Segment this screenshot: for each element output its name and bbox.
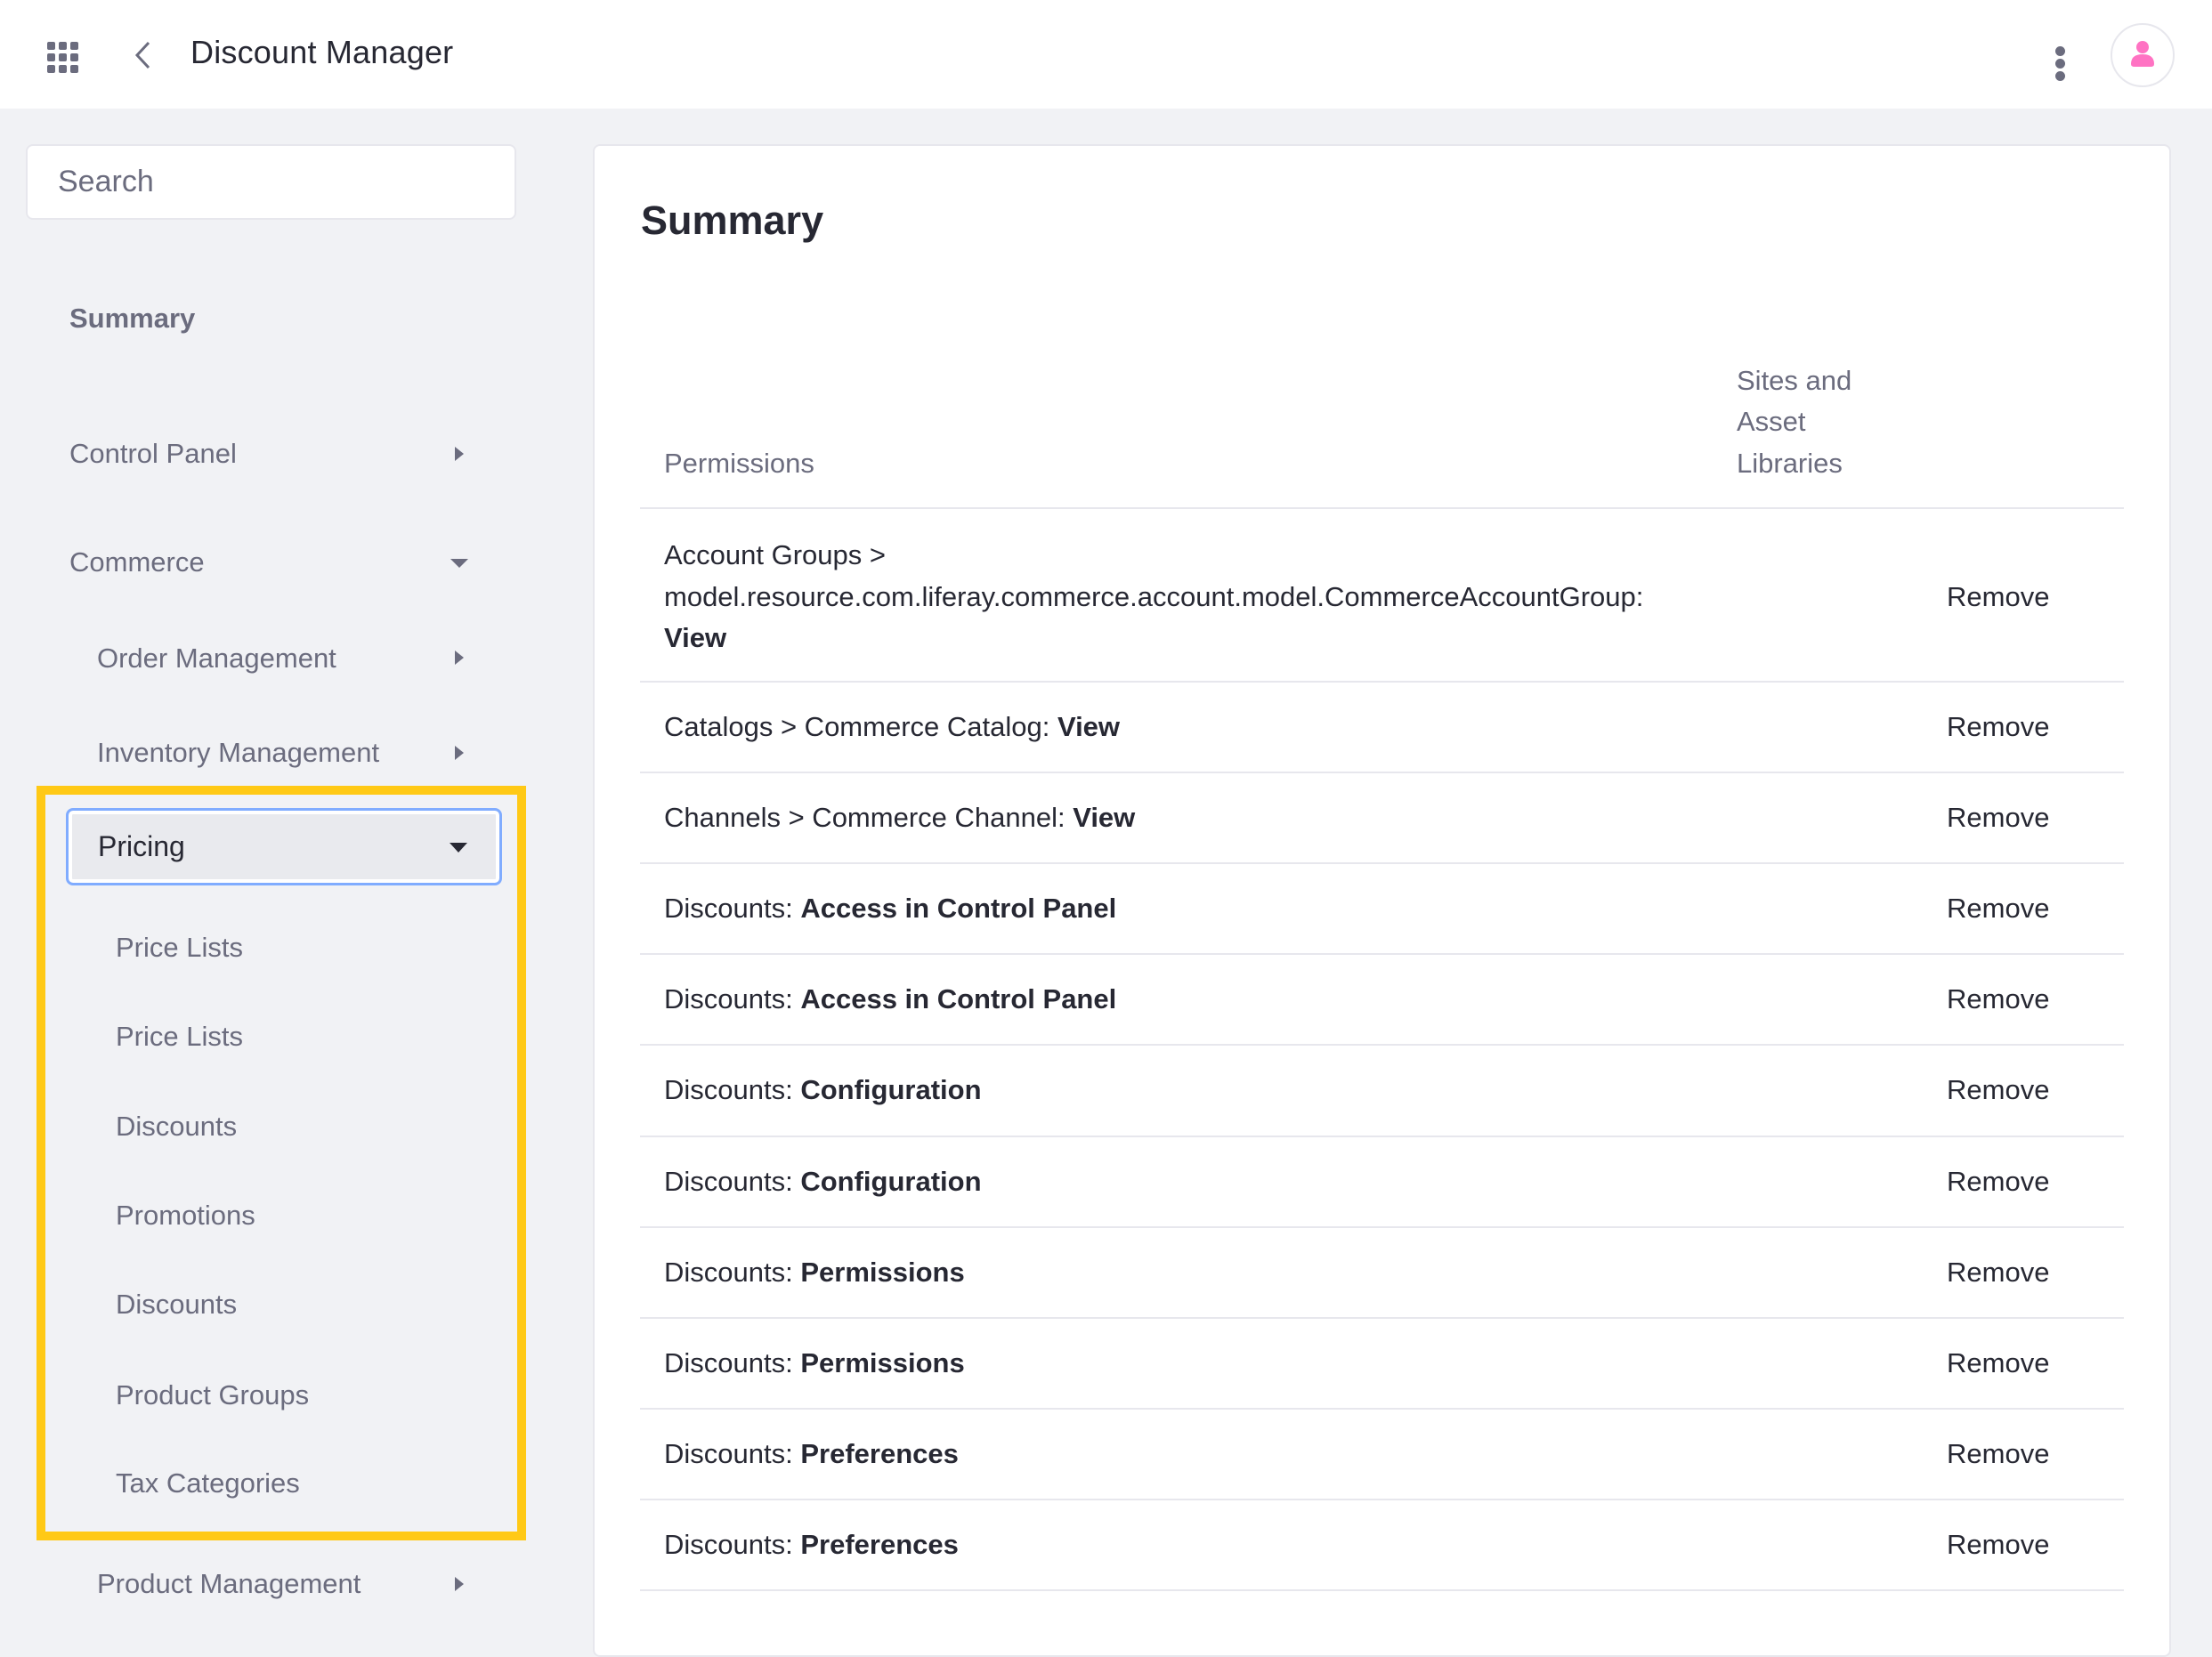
- table-divider: [640, 1408, 2124, 1410]
- permission-resource: Discounts:: [664, 1074, 801, 1106]
- permission-cell: Discounts: Configuration: [664, 1070, 1688, 1111]
- column-header-sites-line3: Libraries: [1737, 448, 1843, 479]
- permission-resource: Channels > Commerce Channel:: [664, 802, 1074, 834]
- chevron-left-icon[interactable]: [127, 37, 159, 73]
- table-divider: [640, 772, 2124, 773]
- table-divider: [640, 1044, 2124, 1046]
- sidebar-subitem-product-groups[interactable]: Product Groups: [116, 1378, 309, 1413]
- table-divider: [640, 507, 2124, 509]
- permission-resource: Discounts:: [664, 1256, 801, 1288]
- table-divider: [640, 681, 2124, 683]
- sidebar-item-commerce[interactable]: Commerce: [69, 545, 205, 580]
- permission-resource: Discounts:: [664, 1346, 801, 1378]
- permission-cell: Catalogs > Commerce Catalog: View: [664, 707, 1688, 748]
- sidebar-item-order-management[interactable]: Order Management: [97, 641, 336, 676]
- remove-link[interactable]: Remove: [1947, 1164, 2049, 1200]
- permission-resource: Discounts:: [664, 1165, 801, 1197]
- highlight-annotation-box: [36, 786, 526, 1540]
- kebab-vertical-icon[interactable]: [2047, 37, 2074, 81]
- permission-line: model.resource.com.liferay.commerce.acco…: [664, 581, 1644, 612]
- table-divider: [640, 1589, 2124, 1591]
- page-title: Discount Manager: [190, 34, 454, 70]
- permission-resource: Catalogs > Commerce Catalog:: [664, 711, 1057, 742]
- sidebar-subitem-discounts[interactable]: Discounts: [116, 1287, 237, 1322]
- permission-action: View: [664, 622, 727, 653]
- permission-action: Preferences: [800, 1437, 959, 1469]
- permission-action: Permissions: [800, 1346, 965, 1378]
- permission-cell: Channels > Commerce Channel: View: [664, 797, 1688, 838]
- top-bar: Discount Manager: [0, 0, 2212, 109]
- caret-down-icon: [450, 843, 467, 853]
- table-divider: [640, 862, 2124, 864]
- permission-cell: Discounts: Access in Control Panel: [664, 979, 1688, 1020]
- remove-link[interactable]: Remove: [1947, 1072, 2049, 1108]
- caret-right-icon[interactable]: [455, 651, 464, 665]
- sidebar-item-pricing[interactable]: Pricing: [66, 808, 502, 885]
- permission-cell: Discounts: Access in Control Panel: [664, 888, 1688, 929]
- permission-resource: Discounts:: [664, 1437, 801, 1469]
- sidebar-subitem-price-lists[interactable]: Price Lists: [116, 930, 243, 966]
- sidebar-item-inventory-management[interactable]: Inventory Management: [97, 735, 379, 771]
- user-avatar[interactable]: [2111, 23, 2175, 87]
- table-divider: [640, 1226, 2124, 1228]
- permission-cell: Discounts: Permissions: [664, 1252, 1688, 1293]
- remove-link[interactable]: Remove: [1947, 1527, 2049, 1563]
- column-header-permissions: Permissions: [664, 448, 814, 479]
- sidebar-item-control-panel[interactable]: Control Panel: [69, 436, 237, 472]
- caret-down-icon[interactable]: [450, 559, 468, 568]
- remove-link[interactable]: Remove: [1947, 891, 2049, 926]
- remove-link[interactable]: Remove: [1947, 1436, 2049, 1472]
- column-header-sites-line1: Sites and: [1737, 365, 1852, 396]
- remove-link[interactable]: Remove: [1947, 800, 2049, 836]
- permission-action: View: [1073, 802, 1136, 834]
- caret-right-icon[interactable]: [455, 746, 464, 760]
- caret-right-icon[interactable]: [455, 1577, 464, 1591]
- sidebar-subitem-tax-categories[interactable]: Tax Categories: [116, 1466, 300, 1501]
- permission-resource: Discounts:: [664, 893, 801, 925]
- permission-cell: Discounts: Preferences: [664, 1434, 1688, 1475]
- permission-cell: Discounts: Permissions: [664, 1343, 1688, 1384]
- sidebar-subitem-promotions[interactable]: Promotions: [116, 1198, 255, 1233]
- table-divider: [640, 953, 2124, 955]
- remove-link[interactable]: Remove: [1947, 982, 2049, 1017]
- permission-action: Permissions: [800, 1256, 965, 1288]
- caret-right-icon[interactable]: [455, 447, 464, 461]
- permission-action: Preferences: [800, 1528, 959, 1560]
- sidebar-subitem-discounts[interactable]: Discounts: [116, 1109, 237, 1144]
- permission-cell: Discounts: Preferences: [664, 1524, 1688, 1565]
- remove-link[interactable]: Remove: [1947, 1255, 2049, 1290]
- apps-grid-icon[interactable]: [47, 42, 79, 74]
- remove-link[interactable]: Remove: [1947, 579, 2049, 615]
- permission-resource: Discounts:: [664, 983, 801, 1015]
- column-header-sites-line2: Asset: [1737, 406, 1806, 437]
- sidebar-item-product-management[interactable]: Product Management: [97, 1566, 361, 1602]
- permission-action: Configuration: [800, 1074, 982, 1106]
- permission-action: Access in Control Panel: [800, 893, 1117, 925]
- summary-heading: Summary: [641, 198, 824, 243]
- pricing-label: Pricing: [98, 830, 185, 862]
- user-icon: [2131, 41, 2154, 67]
- permission-resource: Discounts:: [664, 1528, 801, 1560]
- permission-action: Configuration: [800, 1165, 982, 1197]
- permission-action: Access in Control Panel: [800, 983, 1117, 1015]
- table-divider: [640, 1136, 2124, 1137]
- permission-line: Account Groups >: [664, 539, 886, 570]
- sidebar-item-summary[interactable]: Summary: [69, 301, 195, 336]
- permission-action: View: [1057, 711, 1121, 742]
- search-input[interactable]: [26, 144, 516, 220]
- permission-cell: Discounts: Configuration: [664, 1161, 1688, 1202]
- remove-link[interactable]: Remove: [1947, 709, 2049, 745]
- table-divider: [640, 1317, 2124, 1319]
- remove-link[interactable]: Remove: [1947, 1346, 2049, 1381]
- table-divider: [640, 1499, 2124, 1500]
- sidebar-subitem-price-lists[interactable]: Price Lists: [116, 1019, 243, 1055]
